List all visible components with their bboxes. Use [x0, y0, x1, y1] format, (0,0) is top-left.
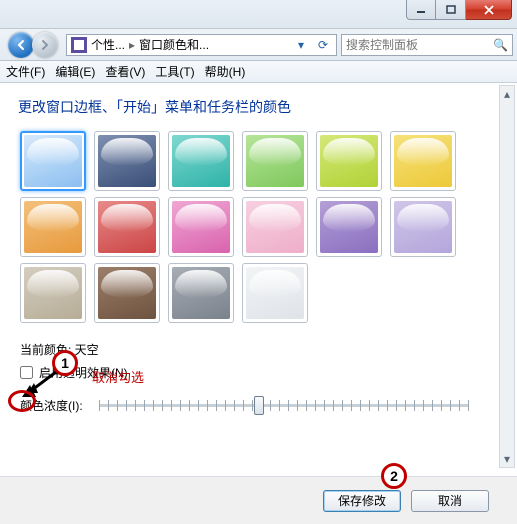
color-swatch-grid: [20, 131, 499, 323]
maximize-button[interactable]: [436, 0, 466, 20]
window-controls: [406, 0, 512, 20]
current-color-label: 当前颜色: 天空: [20, 341, 499, 358]
color-swatch-lavender[interactable]: [390, 197, 456, 257]
address-bar[interactable]: 个性... ▸ 窗口颜色和... ▾ ⟳: [66, 34, 337, 56]
menu-edit[interactable]: 编辑(E): [55, 63, 95, 80]
color-swatch-sky[interactable]: [20, 131, 86, 191]
color-swatch-sea[interactable]: [168, 131, 234, 191]
scrollbar[interactable]: ▴ ▾: [499, 85, 515, 468]
scroll-up-icon[interactable]: ▴: [500, 86, 514, 102]
chevron-right-icon: ▸: [129, 38, 135, 52]
minimize-button[interactable]: [406, 0, 436, 20]
color-swatch-pumpkin[interactable]: [20, 197, 86, 257]
forward-button[interactable]: [32, 32, 58, 58]
slider-thumb[interactable]: [254, 396, 264, 415]
color-swatch-ruby[interactable]: [94, 197, 160, 257]
close-button[interactable]: [466, 0, 512, 20]
chevron-down-icon[interactable]: ▾: [292, 36, 310, 54]
footer: 2 保存修改 取消: [0, 476, 517, 524]
color-swatch-sun[interactable]: [390, 131, 456, 191]
color-swatch-lime[interactable]: [316, 131, 382, 191]
color-swatch-slate[interactable]: [168, 263, 234, 323]
color-swatch-violet[interactable]: [316, 197, 382, 257]
content-area: ▴ ▾ 更改窗口边框、「开始」菜单和任务栏的颜色 当前颜色: 天空 启用透明效果…: [0, 83, 517, 524]
personalization-icon: [71, 37, 87, 53]
intensity-slider[interactable]: [99, 404, 469, 407]
close-icon: [483, 5, 495, 15]
color-swatch-taupe[interactable]: [20, 263, 86, 323]
cancel-button[interactable]: 取消: [411, 490, 489, 512]
color-swatch-chocolate[interactable]: [94, 263, 160, 323]
minimize-icon: [415, 5, 427, 15]
nav-row: 个性... ▸ 窗口颜色和... ▾ ⟳ 搜索控制面板 🔍: [0, 29, 517, 61]
color-swatch-leaf[interactable]: [242, 131, 308, 191]
transparency-checkbox[interactable]: [20, 366, 33, 379]
arrow-right-icon: [39, 39, 51, 51]
transparency-label[interactable]: 启用透明效果(N): [39, 364, 128, 381]
nav-buttons: [4, 31, 62, 59]
breadcrumb-seg[interactable]: 个性...: [91, 36, 125, 53]
arrow-left-icon: [15, 39, 27, 51]
menu-tools[interactable]: 工具(T): [155, 63, 194, 80]
scroll-down-icon[interactable]: ▾: [500, 451, 514, 467]
color-swatch-twilight[interactable]: [94, 131, 160, 191]
refresh-icon[interactable]: ⟳: [314, 36, 332, 54]
back-button[interactable]: [8, 32, 34, 58]
maximize-icon: [445, 5, 457, 15]
search-placeholder: 搜索控制面板: [346, 36, 489, 53]
menu-bar: 文件(F) 编辑(E) 查看(V) 工具(T) 帮助(H): [0, 61, 517, 83]
search-icon: 🔍: [493, 38, 508, 52]
color-swatch-fuchsia[interactable]: [168, 197, 234, 257]
save-button[interactable]: 保存修改: [323, 490, 401, 512]
annotation-marker-2: 2: [381, 463, 407, 489]
color-swatch-frost[interactable]: [242, 263, 308, 323]
search-box[interactable]: 搜索控制面板 🔍: [341, 34, 513, 56]
intensity-label: 颜色浓度(I):: [20, 397, 83, 414]
breadcrumb-seg[interactable]: 窗口颜色和...: [139, 36, 209, 53]
color-swatch-blush[interactable]: [242, 197, 308, 257]
intensity-row: 颜色浓度(I):: [20, 397, 499, 414]
menu-view[interactable]: 查看(V): [105, 63, 145, 80]
window-titlebar: [0, 0, 517, 29]
transparency-row: 启用透明效果(N): [20, 364, 499, 381]
menu-file[interactable]: 文件(F): [6, 63, 45, 80]
page-title: 更改窗口边框、「开始」菜单和任务栏的颜色: [18, 97, 499, 117]
menu-help[interactable]: 帮助(H): [205, 63, 246, 80]
